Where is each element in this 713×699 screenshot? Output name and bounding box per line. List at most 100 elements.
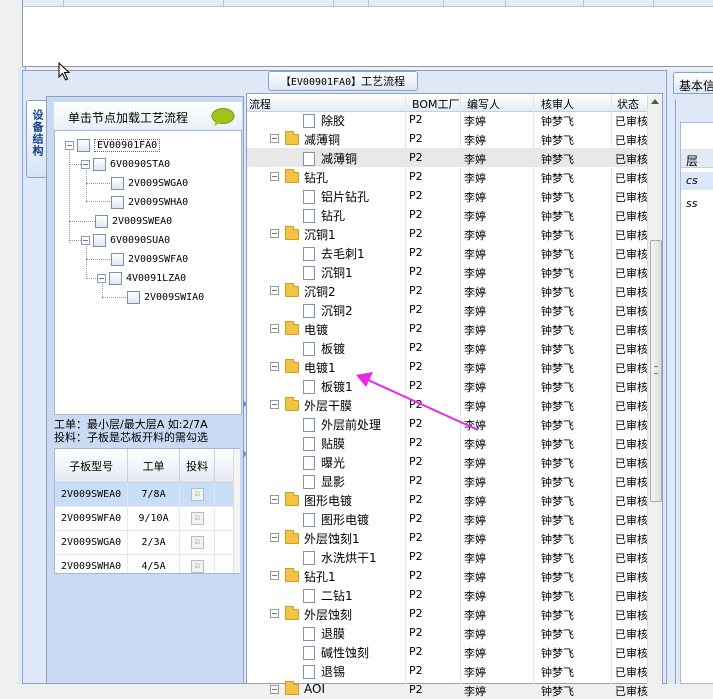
- cell-reviewer[interactable]: 钟梦飞: [541, 493, 574, 509]
- cell-reviewer[interactable]: 钟梦飞: [541, 170, 574, 186]
- process-row[interactable]: 去毛刺1 P2 李婷 钟梦飞 已审核: [247, 243, 648, 262]
- cell-bom-factory[interactable]: P2: [409, 246, 423, 259]
- top-data-grid[interactable]: [22, 0, 713, 67]
- cell-bom-factory[interactable]: P2: [409, 455, 423, 468]
- cell-reviewer[interactable]: 钟梦飞: [541, 607, 574, 623]
- collapse-icon[interactable]: −: [270, 533, 279, 542]
- cell-status[interactable]: 已审核: [615, 626, 648, 642]
- process-row[interactable]: − 电镀1 P2 李婷 钟梦飞 已审核: [247, 357, 648, 376]
- cell-status[interactable]: 已审核: [615, 398, 648, 414]
- process-row[interactable]: 钻孔 P2 李婷 钟梦飞 已审核: [247, 205, 648, 224]
- cell-bom-factory[interactable]: P2: [409, 151, 423, 164]
- cell-status[interactable]: 已审核: [615, 113, 648, 129]
- cell-bom-factory[interactable]: P2: [409, 474, 423, 487]
- collapse-icon[interactable]: −: [270, 172, 279, 181]
- cell-status[interactable]: 已审核: [615, 531, 648, 547]
- cell-reviewer[interactable]: 钟梦飞: [541, 265, 574, 281]
- checkbox-checked-icon[interactable]: ☑: [190, 488, 204, 501]
- column-header-model[interactable]: 子板型号: [55, 449, 129, 483]
- cell-model[interactable]: 2V009SWEA0: [55, 482, 129, 507]
- cell-bom-factory[interactable]: P2: [409, 322, 423, 335]
- cell-status[interactable]: 已审核: [615, 322, 648, 338]
- process-row[interactable]: 除胶 P2 李婷 钟梦飞 已审核: [247, 110, 648, 129]
- cell-model[interactable]: 2V009SWFA0: [55, 506, 129, 531]
- cell-bom-factory[interactable]: P2: [409, 284, 423, 297]
- cell-writer[interactable]: 李婷: [464, 246, 486, 262]
- cell-feed[interactable]: ☑: [179, 554, 216, 573]
- cell-status[interactable]: 已审核: [615, 227, 648, 243]
- cell-status[interactable]: 已审核: [615, 341, 648, 357]
- process-row[interactable]: − 沉铜1 P2 李婷 钟梦飞 已审核: [247, 224, 648, 243]
- cell-bom-factory[interactable]: P2: [409, 550, 423, 563]
- cell-writer[interactable]: 李婷: [464, 151, 486, 167]
- collapse-icon[interactable]: −: [81, 159, 90, 169]
- collapse-icon[interactable]: −: [270, 609, 279, 618]
- table-row[interactable]: 2V009SWGA0 2/3A ☑: [55, 530, 235, 555]
- process-row[interactable]: − 沉铜2 P2 李婷 钟梦飞 已审核: [247, 281, 648, 300]
- cell-feed[interactable]: ☑: [179, 506, 216, 531]
- process-row[interactable]: 铝片钻孔 P2 李婷 钟梦飞 已审核: [247, 186, 648, 205]
- cell-writer[interactable]: 李婷: [464, 607, 486, 623]
- cell-writer[interactable]: 李婷: [464, 683, 486, 699]
- cell-writer[interactable]: 李婷: [464, 322, 486, 338]
- cell-model[interactable]: 2V009SWGA0: [55, 530, 129, 555]
- cell-bom-factory[interactable]: P2: [409, 436, 423, 449]
- process-row[interactable]: 外层前处理 P2 李婷 钟梦飞 已审核: [247, 414, 648, 433]
- cell-bom-factory[interactable]: P2: [409, 113, 423, 126]
- cell-reviewer[interactable]: 钟梦飞: [541, 113, 574, 129]
- cell-bom-factory[interactable]: P2: [409, 170, 423, 183]
- cell-status[interactable]: 已审核: [615, 569, 648, 585]
- tab-basic-info[interactable]: 基本信息: [673, 72, 713, 94]
- cell-writer[interactable]: 李婷: [464, 284, 486, 300]
- process-row[interactable]: 板镀1 P2 李婷 钟梦飞 已审核: [247, 376, 648, 395]
- cell-status[interactable]: 已审核: [615, 588, 648, 604]
- cell-writer[interactable]: 李婷: [464, 208, 486, 224]
- cell-status[interactable]: 已审核: [615, 360, 648, 376]
- cell-bom-factory[interactable]: P2: [409, 683, 423, 696]
- cell-status[interactable]: 已审核: [615, 208, 648, 224]
- cell-bom-factory[interactable]: P2: [409, 493, 423, 506]
- cell-writer[interactable]: 李婷: [464, 455, 486, 471]
- cell-status[interactable]: 已审核: [615, 151, 648, 167]
- process-row[interactable]: − AOI P2 李婷 钟梦飞 已审核: [247, 680, 648, 699]
- cell-writer[interactable]: 李婷: [464, 113, 486, 129]
- cell-writer[interactable]: 李婷: [464, 398, 486, 414]
- cell-reviewer[interactable]: 钟梦飞: [541, 626, 574, 642]
- cell-reviewer[interactable]: 钟梦飞: [541, 531, 574, 547]
- cell-writer[interactable]: 李婷: [464, 303, 486, 319]
- cell-bom-factory[interactable]: P2: [409, 626, 423, 639]
- cell-status[interactable]: 已审核: [615, 379, 648, 395]
- cell-reviewer[interactable]: 钟梦飞: [541, 189, 574, 205]
- process-row[interactable]: 曝光 P2 李婷 钟梦飞 已审核: [247, 452, 648, 471]
- cell-status[interactable]: 已审核: [615, 455, 648, 471]
- process-row[interactable]: − 外层蚀刻1 P2 李婷 钟梦飞 已审核: [247, 528, 648, 547]
- cell-writer[interactable]: 李婷: [464, 360, 486, 376]
- cell-bom-factory[interactable]: P2: [409, 417, 423, 430]
- cell-reviewer[interactable]: 钟梦飞: [541, 569, 574, 585]
- cell-status[interactable]: 已审核: [615, 246, 648, 262]
- cell-status[interactable]: 已审核: [615, 284, 648, 300]
- process-row[interactable]: − 电镀 P2 李婷 钟梦飞 已审核: [247, 319, 648, 338]
- cell-bom-factory[interactable]: P2: [409, 645, 423, 658]
- process-row[interactable]: − 外层干膜 P2 李婷 钟梦飞 已审核: [247, 395, 648, 414]
- cell-reviewer[interactable]: 钟梦飞: [541, 683, 574, 699]
- collapse-icon[interactable]: −: [270, 229, 279, 238]
- cell-status[interactable]: 已审核: [615, 550, 648, 566]
- cell-reviewer[interactable]: 钟梦飞: [541, 132, 574, 148]
- collapse-icon[interactable]: −: [270, 495, 279, 504]
- cell-order[interactable]: 9/10A: [127, 506, 180, 531]
- collapse-icon[interactable]: −: [270, 134, 279, 143]
- process-row[interactable]: 减薄铜 P2 李婷 钟梦飞 已审核: [247, 148, 648, 167]
- cell-reviewer[interactable]: 钟梦飞: [541, 436, 574, 452]
- cell-bom-factory[interactable]: P2: [409, 607, 423, 620]
- checkbox-checked-icon[interactable]: ☑: [190, 512, 204, 525]
- cell-writer[interactable]: 李婷: [464, 569, 486, 585]
- cell-writer[interactable]: 李婷: [464, 588, 486, 604]
- cell-status[interactable]: 已审核: [615, 607, 648, 623]
- cell-bom-factory[interactable]: P2: [409, 379, 423, 392]
- collapse-icon[interactable]: −: [81, 235, 90, 245]
- collapse-icon[interactable]: −: [270, 685, 279, 694]
- collapse-icon[interactable]: −: [270, 400, 279, 409]
- layer-row[interactable]: ss: [681, 195, 713, 213]
- table-row[interactable]: 2V009SWFA0 9/10A ☑: [55, 506, 235, 531]
